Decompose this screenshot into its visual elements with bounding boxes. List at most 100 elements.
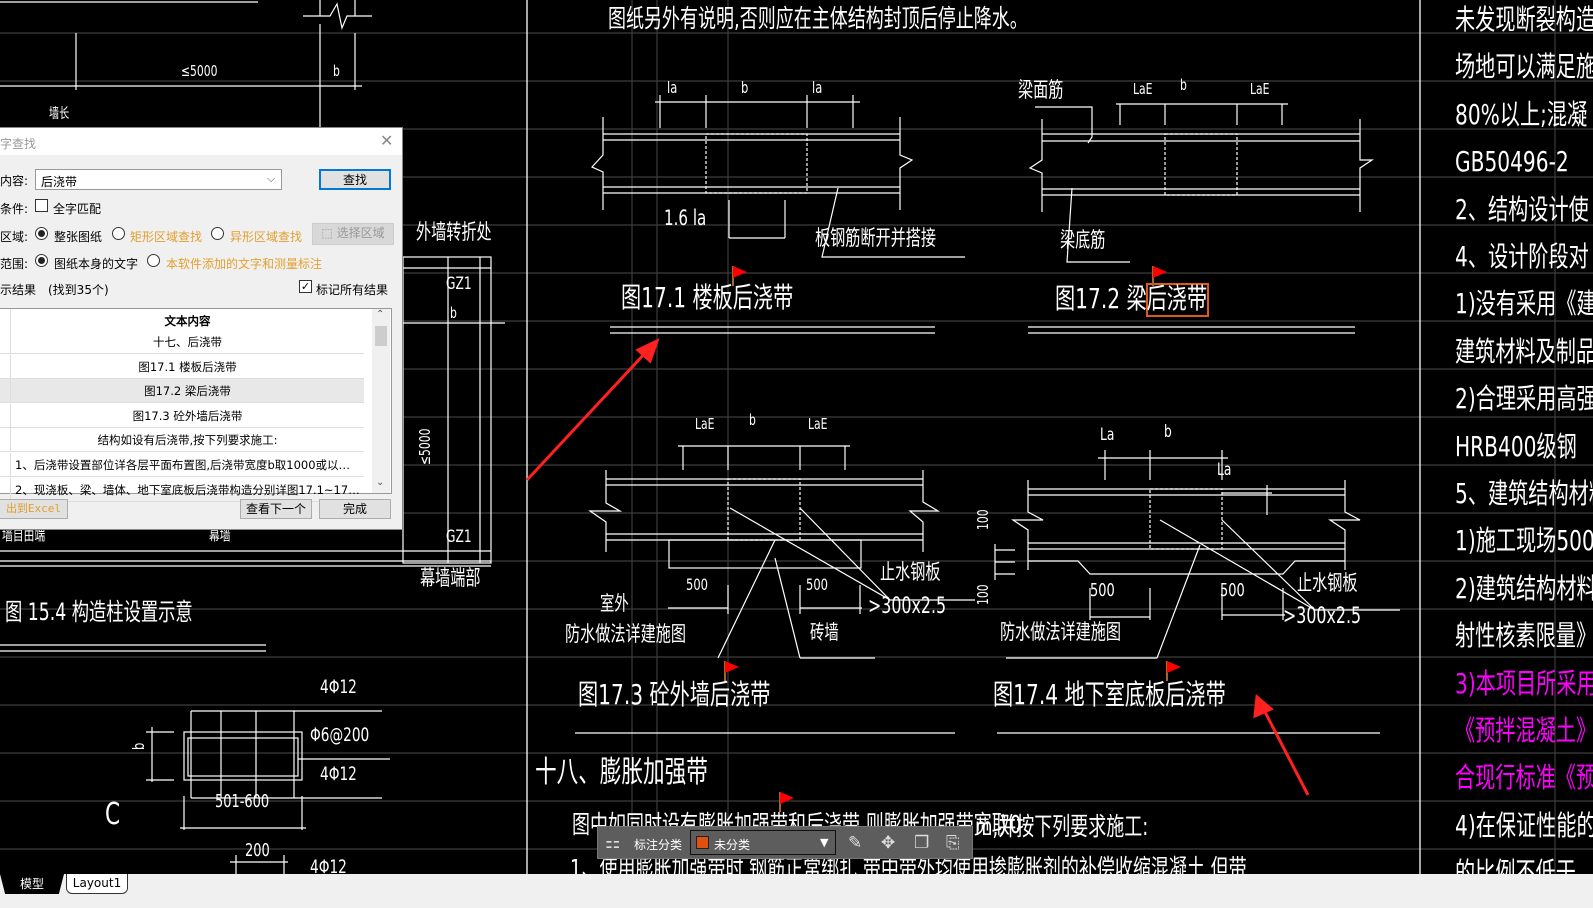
move-icon[interactable]: ✥ bbox=[881, 833, 895, 853]
gz1-top: GZ1 bbox=[446, 274, 472, 294]
whole-word-checkbox[interactable] bbox=[35, 199, 48, 212]
row-text: 十七、后浇带 bbox=[10, 330, 364, 354]
chevron-down-icon[interactable]: ⌵ bbox=[267, 172, 275, 186]
f173-waterstop: 止水钢板 bbox=[880, 560, 941, 584]
label-c: C bbox=[105, 797, 121, 832]
table-row[interactable]: 图17.2 梁后浇带 bbox=[0, 379, 364, 404]
tab-layout1[interactable]: Layout1 bbox=[66, 874, 128, 894]
results-label: 示结果 bbox=[0, 283, 37, 297]
next-result-button[interactable]: 查看下一个 bbox=[240, 499, 312, 519]
copy-icon[interactable]: ❐ bbox=[914, 833, 929, 853]
f171-note: 板钢筋断开并搭接 bbox=[815, 226, 936, 250]
dialog-title-bar[interactable]: 字查找 ✕ bbox=[0, 128, 402, 155]
f172-lae1: LaE bbox=[1133, 80, 1153, 98]
column-b: b bbox=[129, 742, 148, 750]
b-mid: b bbox=[450, 304, 457, 322]
scrollbar[interactable]: ⌃ ⌄ bbox=[372, 309, 390, 493]
dropdown-arrow-icon[interactable]: ▼ bbox=[820, 836, 828, 849]
f171-title: 图17.1 楼板后浇带 bbox=[621, 281, 794, 314]
f174-waterstop: 止水钢板 bbox=[1297, 571, 1358, 595]
scope-radio-drawing[interactable] bbox=[35, 254, 48, 267]
note-line: 3)本项目所采用 bbox=[1455, 666, 1593, 700]
category-label: 标注分类 bbox=[634, 838, 683, 852]
content-value: 后浇带 bbox=[41, 175, 78, 189]
table-row[interactable]: 2、现浇板、梁、墙体、地下室底板后浇带构造分别详图17.1~17… bbox=[0, 477, 364, 502]
note-line: 场地可以满足施 bbox=[1455, 50, 1593, 84]
table-row[interactable]: 十七、后浇带 bbox=[0, 330, 364, 354]
scope-radio-added[interactable] bbox=[147, 254, 160, 267]
gz1-bottom: GZ1 bbox=[446, 527, 472, 547]
scroll-thumb[interactable] bbox=[375, 326, 387, 346]
note-line: 5、建筑结构材料 bbox=[1455, 477, 1593, 510]
f171-b: b bbox=[741, 78, 749, 97]
section-18-line1-right: m,并按下列要求施工: bbox=[975, 812, 1149, 841]
scope-option-added: 本软件添加的文字和测量标注 bbox=[166, 257, 323, 271]
table-row[interactable]: 1、后浇带设置部位详各层平面布置图,后浇带宽度b取1000或以… bbox=[0, 453, 364, 477]
paste-icon[interactable]: ⎘ bbox=[946, 833, 960, 853]
area-label: 区域: bbox=[0, 230, 29, 244]
select-area-button[interactable]: ⬚ 选择区域 bbox=[312, 223, 394, 245]
note-line: GB50496-2 bbox=[1455, 145, 1569, 179]
grid-icon[interactable]: ⚏ bbox=[605, 833, 620, 853]
f174-la2: La bbox=[1217, 460, 1232, 480]
tab-model[interactable]: 模型 bbox=[0, 874, 64, 894]
f173-brick: 砖墙 bbox=[810, 620, 839, 644]
select-area-icon: ⬚ bbox=[321, 226, 333, 240]
note-line: 80%以上;混凝 bbox=[1455, 97, 1588, 131]
f174-100a: 100 bbox=[974, 509, 992, 530]
table-row[interactable]: 图17.3 砼外墙后浇带 bbox=[0, 403, 364, 428]
table-row[interactable]: 图17.1 楼板后浇带 bbox=[0, 354, 364, 379]
category-select[interactable]: 未分类 ▼ bbox=[690, 830, 836, 855]
f172-title: 图17.2 梁后浇带 bbox=[1055, 285, 1207, 313]
dim-200: 200 bbox=[245, 840, 270, 861]
f171-la2: la bbox=[812, 78, 823, 97]
dialog-title: 字查找 bbox=[0, 137, 37, 151]
f174-500a: 500 bbox=[1090, 580, 1115, 601]
area-option-rect: 矩形区域查找 bbox=[130, 230, 203, 244]
close-icon[interactable]: ✕ bbox=[380, 131, 393, 150]
section-18-heading: 十八、膨胀加强带 bbox=[535, 755, 708, 790]
f174-waterproof: 防水做法详建施图 bbox=[1000, 620, 1121, 644]
annotation-toolbar: ⚏ 标注分类 未分类 ▼ ✎ ✥ ❐ ⎘ bbox=[597, 826, 973, 859]
results-table: 文本内容 十七、后浇带 图17.1 楼板后浇带 图17.2 梁后浇带 图17.3 砼外… bbox=[0, 308, 392, 502]
mark-all-checkbox[interactable]: ✓ bbox=[299, 280, 312, 293]
f173-b: b bbox=[749, 411, 756, 429]
mark-all-label: 标记所有结果 bbox=[316, 283, 389, 297]
row-text: 1、后浇带设置部位详各层平面布置图,后浇带宽度b取1000或以… bbox=[10, 453, 364, 477]
row-text: 图17.3 砼外墙后浇带 bbox=[10, 403, 364, 428]
note-line: 建筑材料及制品 bbox=[1455, 334, 1593, 368]
scope-label: 范围: bbox=[0, 257, 29, 271]
export-excel-button[interactable]: 出到Excel bbox=[0, 499, 68, 519]
f172-lae2: LaE bbox=[1250, 80, 1270, 98]
text-find-dialog: 字查找 ✕ 内容: 后浇带 ⌵ 查找 条件: 全字匹配 区域: 整张图纸 矩形区… bbox=[0, 127, 403, 530]
search-markers bbox=[525, 266, 1310, 812]
results-count: (找到35个) bbox=[48, 283, 109, 297]
area-radio-irregular[interactable] bbox=[211, 227, 224, 240]
area-option-irregular: 异形区域查找 bbox=[230, 230, 303, 244]
f174-la1: La bbox=[1100, 425, 1115, 445]
curtain-end-label: 幕墙端部 bbox=[420, 566, 481, 590]
find-button[interactable]: 查找 bbox=[319, 169, 391, 190]
done-button[interactable]: 完成 bbox=[319, 499, 391, 519]
note-line: 4)在保证性能的 bbox=[1455, 808, 1593, 842]
area-radio-rect[interactable] bbox=[112, 227, 125, 240]
f173-waterproof: 防水做法详建施图 bbox=[565, 622, 686, 646]
content-combobox[interactable]: 后浇带 ⌵ bbox=[35, 169, 282, 190]
f174-waterstop-size: >300x2.5 bbox=[1283, 604, 1362, 629]
note-line: 射性核素限量》 bbox=[1455, 619, 1593, 653]
curtain-label: 幕墙 bbox=[209, 526, 231, 544]
f174-100b: 100 bbox=[974, 584, 992, 605]
flag-icon bbox=[779, 792, 794, 812]
f171-la1: la bbox=[667, 78, 678, 97]
scroll-down-icon[interactable]: ⌄ bbox=[376, 477, 384, 488]
f173-lae1: LaE bbox=[695, 415, 715, 433]
note-line: 2)建筑结构材料 bbox=[1455, 571, 1593, 605]
edit-icon[interactable]: ✎ bbox=[848, 833, 862, 853]
scroll-up-icon[interactable]: ⌃ bbox=[376, 309, 384, 320]
note-line: 2、结构设计使 bbox=[1455, 192, 1589, 226]
layout-tabs: 模型 Layout1 bbox=[0, 874, 1593, 908]
table-row[interactable]: 结构如设有后浇带,按下列要求施工: bbox=[0, 428, 364, 453]
area-radio-whole[interactable] bbox=[35, 227, 48, 240]
f173-waterstop-size: >300x2.5 bbox=[868, 594, 947, 619]
scope-option-drawing: 图纸本身的文字 bbox=[54, 257, 139, 271]
